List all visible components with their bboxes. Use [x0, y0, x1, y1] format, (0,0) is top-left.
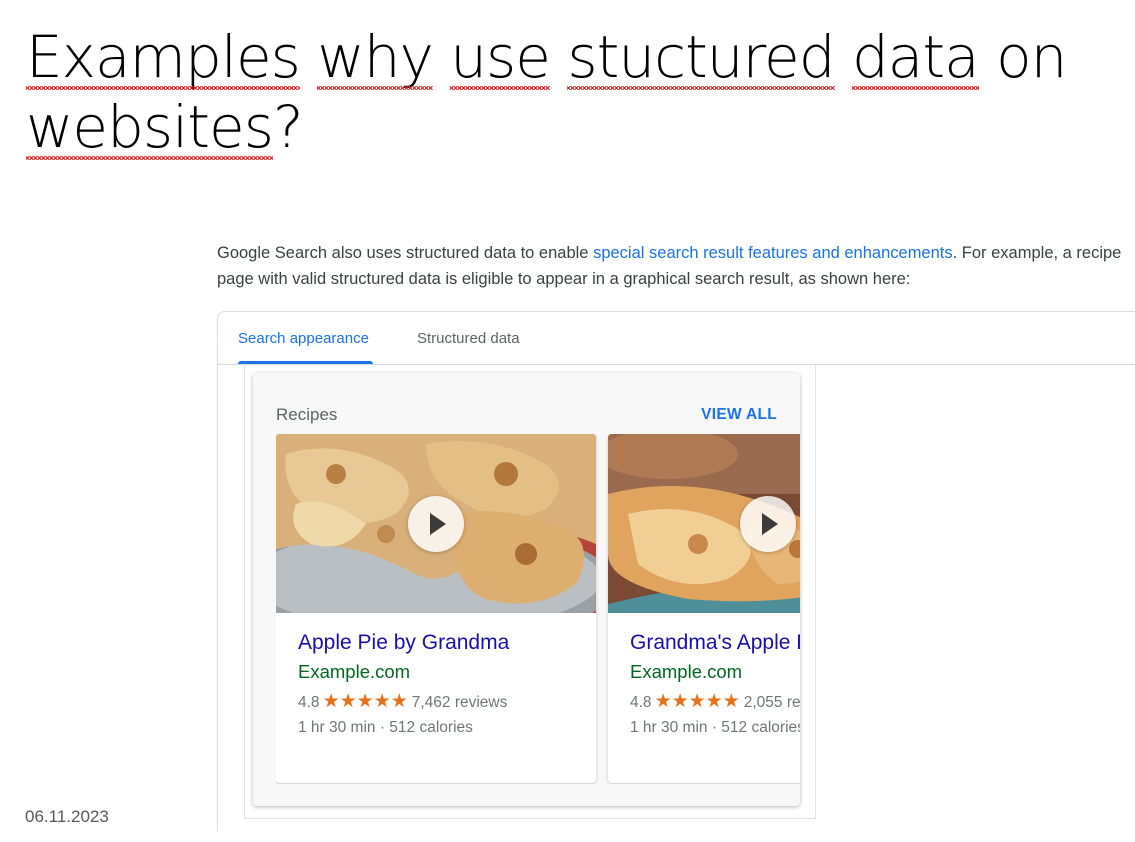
apple-pie-photo — [276, 434, 596, 613]
recipe-title[interactable]: Grandma's Apple Pie — [630, 631, 800, 655]
title-word: why — [317, 23, 434, 91]
play-icon[interactable] — [740, 496, 796, 552]
recipe-title[interactable]: Apple Pie by Grandma — [298, 631, 509, 655]
recipes-carousel-card: Recipes VIEW ALL Apple Pie by Grandma Ex… — [253, 373, 800, 806]
intro-text-before: Google Search also uses structured data … — [217, 244, 594, 262]
rating-value: 4.8 — [630, 694, 652, 711]
recipe-meta: 1 hr 30 min · 512 calories — [630, 719, 800, 736]
search-result-preview: Recipes VIEW ALL Apple Pie by Grandma Ex… — [244, 365, 816, 819]
slide-title: Examples why use stuctured data on websi… — [26, 22, 1126, 162]
recipe-site: Example.com — [298, 661, 411, 682]
recipe-meta: 1 hr 30 min · 512 calories — [298, 719, 473, 736]
recipe-rating: 4.8 ★★★★★ 7,462 reviews — [298, 690, 507, 713]
title-word: use — [450, 23, 551, 91]
recipe-card[interactable]: Apple Pie by Grandma Example.com 4.8 ★★★★… — [276, 434, 596, 783]
rating-value: 4.8 — [298, 694, 320, 711]
title-word: ? — [272, 93, 304, 161]
intro-paragraph: Google Search also uses structured data … — [217, 240, 1135, 292]
recipes-heading: Recipes — [276, 405, 338, 424]
title-word: websites — [26, 93, 274, 161]
star-icon: ★★★★★ — [654, 691, 740, 712]
slide-date: 06.11.2023 — [25, 807, 109, 826]
example-panel: Search appearance Structured data Recipe… — [217, 311, 1135, 831]
features-link[interactable]: special search result features and enhan… — [593, 244, 953, 262]
title-word: stuctured — [567, 23, 836, 91]
review-count: 7,462 reviews — [411, 694, 508, 711]
active-tab-indicator — [238, 361, 373, 364]
star-icon: ★★★★★ — [322, 691, 408, 712]
tab-bar: Search appearance Structured data — [218, 312, 1135, 365]
tab-structured-data[interactable]: Structured data — [417, 330, 520, 347]
play-icon[interactable] — [408, 496, 464, 552]
title-word: on — [996, 23, 1067, 91]
recipe-carousel[interactable]: Apple Pie by Grandma Example.com 4.8 ★★★★… — [276, 434, 800, 784]
title-word: data — [851, 23, 980, 91]
tab-search-appearance[interactable]: Search appearance — [238, 330, 369, 347]
recipe-card[interactable]: Grandma's Apple Pie Example.com 4.8★★★★★… — [608, 434, 800, 783]
recipe-rating: 4.8★★★★★2,055 reviews — [630, 690, 800, 713]
apple-pie-photo — [608, 434, 800, 613]
title-word: Examples — [26, 23, 301, 91]
review-count: 2,055 reviews — [743, 694, 800, 711]
view-all-link[interactable]: VIEW ALL — [701, 406, 777, 424]
recipe-site: Example.com — [630, 661, 743, 682]
